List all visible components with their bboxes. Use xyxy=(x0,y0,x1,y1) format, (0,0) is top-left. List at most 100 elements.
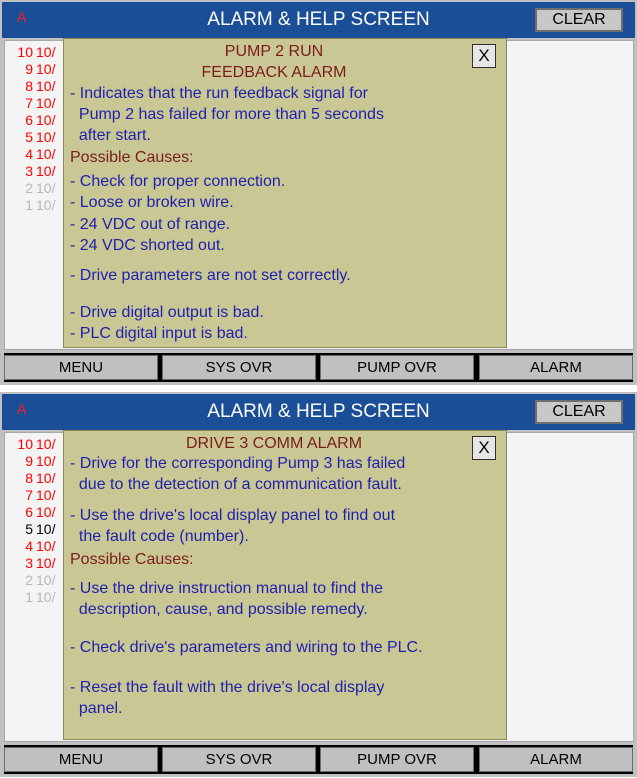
alarm-row[interactable]: 9 10/ xyxy=(15,453,55,469)
alarm-row[interactable]: 9 10/ xyxy=(15,61,55,77)
possible-causes-heading: Possible Causes: xyxy=(70,551,194,568)
alarm-number: 8 xyxy=(25,78,33,94)
alarm-row[interactable]: 5 10/ xyxy=(15,521,55,537)
alarm-date: 10/ xyxy=(36,470,56,486)
alarm-number: 9 xyxy=(25,61,33,77)
alarm-date: 10/ xyxy=(36,146,56,162)
alarm-date: 10/ xyxy=(36,112,56,128)
alarm-date: 10/ xyxy=(36,197,56,213)
alarm-number: 7 xyxy=(25,95,33,111)
help-text-line: - Drive parameters are not set correctly… xyxy=(70,267,351,284)
alarm-date: 10/ xyxy=(36,538,56,554)
help-text-line: - Drive digital output is bad. xyxy=(70,304,264,321)
help-text-line: - Loose or broken wire. xyxy=(70,194,234,211)
alarm-row[interactable]: 7 10/ xyxy=(15,95,55,111)
menu-button[interactable]: MENU xyxy=(4,355,158,380)
alarm-date: 10/ xyxy=(36,453,56,469)
help-title: DRIVE 3 COMM ALARM xyxy=(185,435,363,452)
alarm-number: 3 xyxy=(25,163,33,179)
alarm-date: 10/ xyxy=(36,521,56,537)
help-text-line: due to the detection of a communication … xyxy=(70,476,402,493)
help-text-line: - Reset the fault with the drive's local… xyxy=(70,679,385,696)
alarm-date: 10/ xyxy=(36,487,56,503)
title-bar: A ALARM & HELP SCREEN CLEAR xyxy=(2,394,635,430)
alarm-date: 10/ xyxy=(36,44,56,60)
alarm-number: 8 xyxy=(25,470,33,486)
help-text-line: - Check for proper connection. xyxy=(70,173,286,190)
help-popup: X DRIVE 3 COMM ALARM - Drive for the corr… xyxy=(63,430,507,740)
alarm-number: 10 xyxy=(17,436,33,452)
help-text-line: the fault code (number). xyxy=(70,528,249,545)
alarm-help-screen-2: A ALARM & HELP SCREEN CLEAR 10 10/9 10/8 10… xyxy=(0,392,637,777)
menu-button[interactable]: MENU xyxy=(4,747,158,772)
alarm-row[interactable]: 2 10/ xyxy=(15,180,55,196)
alarm-help-screen-1: A ALARM & HELP SCREEN CLEAR 10 10/9 10/8 10… xyxy=(0,0,637,385)
help-text-line: description, cause, and possible remedy. xyxy=(70,601,368,618)
alarm-number: 4 xyxy=(25,146,33,162)
alarm-number: 1 xyxy=(25,589,33,605)
alarm-row[interactable]: 6 10/ xyxy=(15,504,55,520)
alarm-row[interactable]: 1 10/ xyxy=(15,197,55,213)
alarm-date: 10/ xyxy=(36,78,56,94)
alarm-date: 10/ xyxy=(36,555,56,571)
help-text-line: - 24 VDC out of range. xyxy=(70,216,231,233)
help-text-line: panel. xyxy=(70,700,123,717)
alarm-number: 7 xyxy=(25,487,33,503)
alarm-date: 10/ xyxy=(36,129,56,145)
alarm-number: 6 xyxy=(25,504,33,520)
help-text-line: after start. xyxy=(70,127,151,144)
alarm-date: 10/ xyxy=(36,180,56,196)
alarm-row[interactable]: 5 10/ xyxy=(15,129,55,145)
possible-causes-heading: Possible Causes: xyxy=(70,149,194,166)
clear-button[interactable]: CLEAR xyxy=(535,8,623,32)
help-text-line: - 24 VDC shorted out. xyxy=(70,237,225,254)
alarm-date: 10/ xyxy=(36,589,56,605)
alarm-date: 10/ xyxy=(36,436,56,452)
alarm-number: 1 xyxy=(25,197,33,213)
help-title: FEEDBACK ALARM xyxy=(201,64,347,81)
pump-ovr-button[interactable]: PUMP OVR xyxy=(320,355,474,380)
alarm-row[interactable]: 8 10/ xyxy=(15,470,55,486)
alarm-date: 10/ xyxy=(36,163,56,179)
nav-bar: MENU SYS OVR PUMP OVR ALARM xyxy=(4,353,633,382)
pump-ovr-button[interactable]: PUMP OVR xyxy=(320,747,474,772)
alarm-number: 6 xyxy=(25,112,33,128)
help-title: PUMP 2 RUN xyxy=(224,43,324,60)
help-text-line: - Indicates that the run feedback signal… xyxy=(70,85,368,102)
alarm-row[interactable]: 2 10/ xyxy=(15,572,55,588)
alarm-number: 2 xyxy=(25,572,33,588)
alarm-row[interactable]: 4 10/ xyxy=(15,538,55,554)
alarm-row[interactable]: 10 10/ xyxy=(15,44,55,60)
sys-ovr-button[interactable]: SYS OVR xyxy=(162,747,316,772)
alarm-row[interactable]: 6 10/ xyxy=(15,112,55,128)
alarm-number: 3 xyxy=(25,555,33,571)
alarm-button[interactable]: ALARM xyxy=(479,747,633,772)
help-text-line: - Drive for the corresponding Pump 3 has… xyxy=(70,455,406,472)
help-text-line: - Check drive's parameters and wiring to… xyxy=(70,639,423,656)
alarm-number: 4 xyxy=(25,538,33,554)
alarm-row[interactable]: 1 10/ xyxy=(15,589,55,605)
help-text-line: - PLC digital input is bad. xyxy=(70,325,248,342)
alarm-number: 10 xyxy=(17,44,33,60)
title-bar: A ALARM & HELP SCREEN CLEAR xyxy=(2,2,635,38)
alarm-number: 9 xyxy=(25,453,33,469)
alarm-row[interactable]: 8 10/ xyxy=(15,78,55,94)
alarm-date: 10/ xyxy=(36,572,56,588)
help-text-line: - Use the drive instruction manual to fi… xyxy=(70,580,384,597)
sys-ovr-button[interactable]: SYS OVR xyxy=(162,355,316,380)
alarm-date: 10/ xyxy=(36,61,56,77)
alarm-number: 2 xyxy=(25,180,33,196)
alarm-row[interactable]: 3 10/ xyxy=(15,163,55,179)
alarm-row[interactable]: 7 10/ xyxy=(15,487,55,503)
alarm-button[interactable]: ALARM xyxy=(479,355,633,380)
nav-bar: MENU SYS OVR PUMP OVR ALARM xyxy=(4,745,633,774)
help-text-line: Pump 2 has failed for more than 5 second… xyxy=(70,106,384,123)
alarm-row[interactable]: 10 10/ xyxy=(15,436,55,452)
help-popup: X PUMP 2 RUN FEEDBACK ALARM - Indicates th… xyxy=(63,38,507,348)
alarm-row[interactable]: 4 10/ xyxy=(15,146,55,162)
alarm-number: 5 xyxy=(25,129,33,145)
help-text-line: - Use the drive's local display panel to… xyxy=(70,507,396,524)
clear-button[interactable]: CLEAR xyxy=(535,400,623,424)
alarm-date: 10/ xyxy=(36,504,56,520)
alarm-row[interactable]: 3 10/ xyxy=(15,555,55,571)
